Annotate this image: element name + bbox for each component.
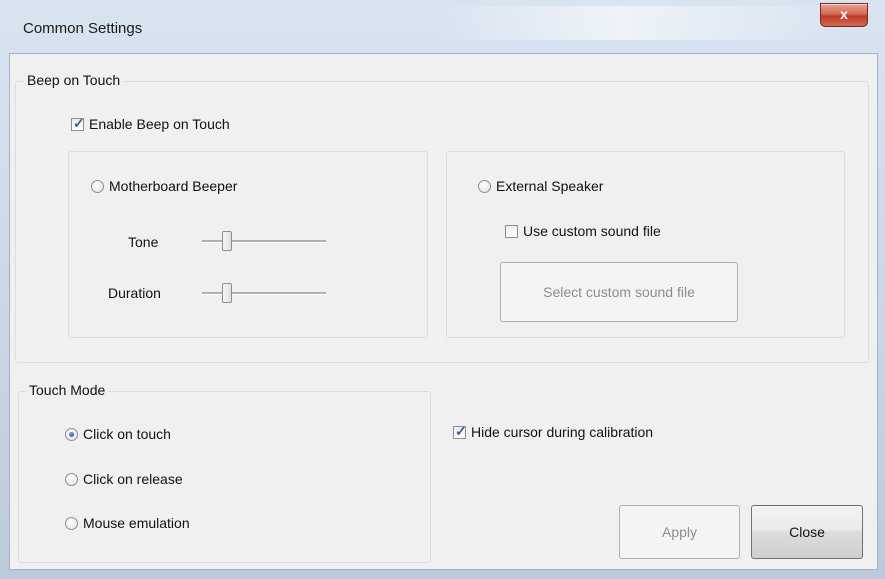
enable-beep-checkbox[interactable]: ✓ [71,115,85,131]
close-window-button[interactable]: x [820,3,868,27]
select-sound-file-button[interactable]: Select custom sound file [500,262,738,322]
motherboard-beeper-radio[interactable] [91,180,104,193]
duration-slider-track[interactable] [202,292,326,295]
title-bar-highlight [430,6,850,40]
touch-mode-title: Touch Mode [26,382,109,398]
tone-slider-track[interactable] [202,240,326,243]
touch-mode-group [18,391,431,563]
hide-cursor-label[interactable]: Hide cursor during calibration [471,424,653,440]
external-speaker-radio[interactable] [478,180,491,193]
duration-label: Duration [108,285,161,301]
checkmark-icon: ✓ [455,423,467,439]
window-title: Common Settings [23,20,143,37]
tone-slider-thumb[interactable] [222,231,232,251]
hide-cursor-checkbox[interactable]: ✓ [453,423,467,439]
click-on-release-radio[interactable] [65,473,78,486]
motherboard-beeper-label[interactable]: Motherboard Beeper [109,178,237,194]
click-on-touch-radio[interactable] [65,428,78,441]
mouse-emulation-radio[interactable] [65,517,78,530]
tone-label: Tone [128,234,159,250]
dialog-client-area: Beep on Touch ✓ Enable Beep on Touch Mot… [9,53,878,570]
mouse-emulation-label[interactable]: Mouse emulation [83,515,190,531]
enable-beep-label[interactable]: Enable Beep on Touch [89,116,230,132]
radio-selected-dot [69,432,74,437]
checkmark-icon: ✓ [73,115,85,131]
custom-sound-checkbox[interactable] [505,225,518,238]
beep-on-touch-title: Beep on Touch [24,72,124,88]
close-button[interactable]: Close [751,505,863,559]
duration-slider-thumb[interactable] [222,283,232,303]
dialog-window: Common Settings x Beep on Touch ✓ Enable… [0,0,885,579]
custom-sound-label[interactable]: Use custom sound file [523,223,661,239]
apply-button[interactable]: Apply [619,505,740,559]
external-speaker-label[interactable]: External Speaker [496,178,603,194]
click-on-release-label[interactable]: Click on release [83,471,183,487]
click-on-touch-label[interactable]: Click on touch [83,426,171,442]
title-bar: Common Settings x [0,0,885,54]
